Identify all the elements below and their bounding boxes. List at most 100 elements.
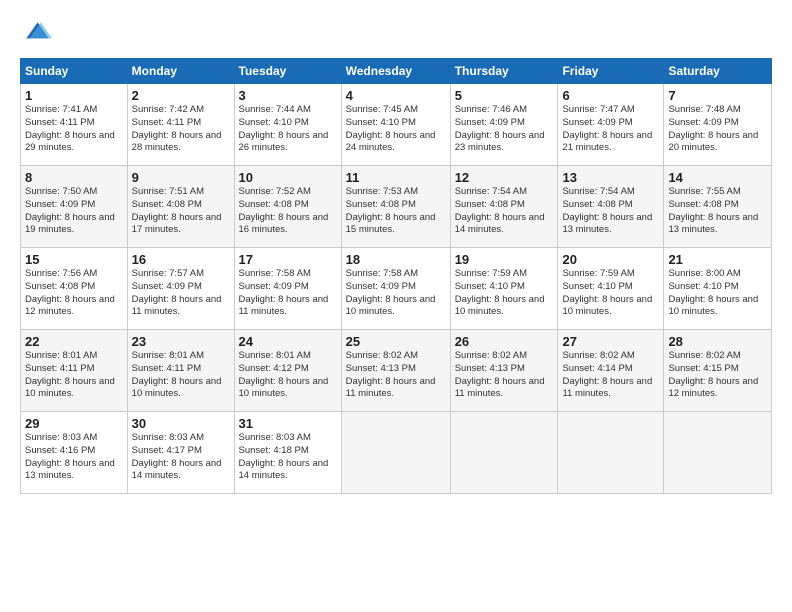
day-cell: 1Sunrise: 7:41 AMSunset: 4:11 PMDaylight… bbox=[21, 84, 128, 166]
day-cell: 26Sunrise: 8:02 AMSunset: 4:13 PMDayligh… bbox=[450, 330, 558, 412]
day-cell bbox=[341, 412, 450, 494]
day-number: 3 bbox=[239, 88, 337, 103]
calendar-header: SundayMondayTuesdayWednesdayThursdayFrid… bbox=[21, 59, 772, 84]
day-info: Sunrise: 7:48 AMSunset: 4:09 PMDaylight:… bbox=[668, 104, 767, 155]
week-row-2: 8Sunrise: 7:50 AMSunset: 4:09 PMDaylight… bbox=[21, 166, 772, 248]
header bbox=[20, 16, 772, 48]
day-cell: 19Sunrise: 7:59 AMSunset: 4:10 PMDayligh… bbox=[450, 248, 558, 330]
day-number: 13 bbox=[562, 170, 659, 185]
day-cell: 8Sunrise: 7:50 AMSunset: 4:09 PMDaylight… bbox=[21, 166, 128, 248]
day-cell: 15Sunrise: 7:56 AMSunset: 4:08 PMDayligh… bbox=[21, 248, 128, 330]
day-number: 25 bbox=[346, 334, 446, 349]
day-info: Sunrise: 8:03 AMSunset: 4:16 PMDaylight:… bbox=[25, 432, 123, 483]
day-number: 7 bbox=[668, 88, 767, 103]
day-number: 30 bbox=[132, 416, 230, 431]
day-info: Sunrise: 7:50 AMSunset: 4:09 PMDaylight:… bbox=[25, 186, 123, 237]
day-info: Sunrise: 7:52 AMSunset: 4:08 PMDaylight:… bbox=[239, 186, 337, 237]
day-cell: 7Sunrise: 7:48 AMSunset: 4:09 PMDaylight… bbox=[664, 84, 772, 166]
header-day-wednesday: Wednesday bbox=[341, 59, 450, 84]
week-row-4: 22Sunrise: 8:01 AMSunset: 4:11 PMDayligh… bbox=[21, 330, 772, 412]
day-info: Sunrise: 7:51 AMSunset: 4:08 PMDaylight:… bbox=[132, 186, 230, 237]
day-info: Sunrise: 8:02 AMSunset: 4:14 PMDaylight:… bbox=[562, 350, 659, 401]
day-cell: 20Sunrise: 7:59 AMSunset: 4:10 PMDayligh… bbox=[558, 248, 664, 330]
day-info: Sunrise: 7:58 AMSunset: 4:09 PMDaylight:… bbox=[239, 268, 337, 319]
day-number: 21 bbox=[668, 252, 767, 267]
day-cell: 9Sunrise: 7:51 AMSunset: 4:08 PMDaylight… bbox=[127, 166, 234, 248]
day-info: Sunrise: 7:45 AMSunset: 4:10 PMDaylight:… bbox=[346, 104, 446, 155]
day-cell: 24Sunrise: 8:01 AMSunset: 4:12 PMDayligh… bbox=[234, 330, 341, 412]
day-cell: 29Sunrise: 8:03 AMSunset: 4:16 PMDayligh… bbox=[21, 412, 128, 494]
day-info: Sunrise: 7:47 AMSunset: 4:09 PMDaylight:… bbox=[562, 104, 659, 155]
day-info: Sunrise: 8:00 AMSunset: 4:10 PMDaylight:… bbox=[668, 268, 767, 319]
day-info: Sunrise: 7:53 AMSunset: 4:08 PMDaylight:… bbox=[346, 186, 446, 237]
day-number: 4 bbox=[346, 88, 446, 103]
day-number: 28 bbox=[668, 334, 767, 349]
calendar-table: SundayMondayTuesdayWednesdayThursdayFrid… bbox=[20, 58, 772, 494]
day-number: 9 bbox=[132, 170, 230, 185]
day-cell: 22Sunrise: 8:01 AMSunset: 4:11 PMDayligh… bbox=[21, 330, 128, 412]
logo-icon bbox=[20, 16, 52, 48]
day-number: 2 bbox=[132, 88, 230, 103]
header-day-sunday: Sunday bbox=[21, 59, 128, 84]
day-cell: 21Sunrise: 8:00 AMSunset: 4:10 PMDayligh… bbox=[664, 248, 772, 330]
day-number: 16 bbox=[132, 252, 230, 267]
day-cell: 11Sunrise: 7:53 AMSunset: 4:08 PMDayligh… bbox=[341, 166, 450, 248]
day-number: 29 bbox=[25, 416, 123, 431]
header-row: SundayMondayTuesdayWednesdayThursdayFrid… bbox=[21, 59, 772, 84]
header-day-thursday: Thursday bbox=[450, 59, 558, 84]
day-cell bbox=[558, 412, 664, 494]
day-number: 18 bbox=[346, 252, 446, 267]
day-cell: 4Sunrise: 7:45 AMSunset: 4:10 PMDaylight… bbox=[341, 84, 450, 166]
header-day-monday: Monday bbox=[127, 59, 234, 84]
day-info: Sunrise: 7:55 AMSunset: 4:08 PMDaylight:… bbox=[668, 186, 767, 237]
day-number: 1 bbox=[25, 88, 123, 103]
week-row-3: 15Sunrise: 7:56 AMSunset: 4:08 PMDayligh… bbox=[21, 248, 772, 330]
day-info: Sunrise: 7:54 AMSunset: 4:08 PMDaylight:… bbox=[455, 186, 554, 237]
day-info: Sunrise: 7:59 AMSunset: 4:10 PMDaylight:… bbox=[562, 268, 659, 319]
day-cell: 3Sunrise: 7:44 AMSunset: 4:10 PMDaylight… bbox=[234, 84, 341, 166]
day-info: Sunrise: 8:03 AMSunset: 4:17 PMDaylight:… bbox=[132, 432, 230, 483]
day-number: 26 bbox=[455, 334, 554, 349]
week-row-5: 29Sunrise: 8:03 AMSunset: 4:16 PMDayligh… bbox=[21, 412, 772, 494]
day-number: 17 bbox=[239, 252, 337, 267]
day-cell bbox=[664, 412, 772, 494]
day-cell bbox=[450, 412, 558, 494]
day-cell: 18Sunrise: 7:58 AMSunset: 4:09 PMDayligh… bbox=[341, 248, 450, 330]
header-day-friday: Friday bbox=[558, 59, 664, 84]
header-day-saturday: Saturday bbox=[664, 59, 772, 84]
day-cell: 16Sunrise: 7:57 AMSunset: 4:09 PMDayligh… bbox=[127, 248, 234, 330]
day-cell: 23Sunrise: 8:01 AMSunset: 4:11 PMDayligh… bbox=[127, 330, 234, 412]
day-info: Sunrise: 8:01 AMSunset: 4:12 PMDaylight:… bbox=[239, 350, 337, 401]
day-info: Sunrise: 7:41 AMSunset: 4:11 PMDaylight:… bbox=[25, 104, 123, 155]
day-number: 5 bbox=[455, 88, 554, 103]
header-day-tuesday: Tuesday bbox=[234, 59, 341, 84]
day-cell: 2Sunrise: 7:42 AMSunset: 4:11 PMDaylight… bbox=[127, 84, 234, 166]
day-info: Sunrise: 7:46 AMSunset: 4:09 PMDaylight:… bbox=[455, 104, 554, 155]
day-cell: 13Sunrise: 7:54 AMSunset: 4:08 PMDayligh… bbox=[558, 166, 664, 248]
day-info: Sunrise: 8:02 AMSunset: 4:13 PMDaylight:… bbox=[346, 350, 446, 401]
day-number: 20 bbox=[562, 252, 659, 267]
day-number: 27 bbox=[562, 334, 659, 349]
day-info: Sunrise: 7:42 AMSunset: 4:11 PMDaylight:… bbox=[132, 104, 230, 155]
day-info: Sunrise: 8:01 AMSunset: 4:11 PMDaylight:… bbox=[25, 350, 123, 401]
day-number: 19 bbox=[455, 252, 554, 267]
day-info: Sunrise: 7:58 AMSunset: 4:09 PMDaylight:… bbox=[346, 268, 446, 319]
day-cell: 28Sunrise: 8:02 AMSunset: 4:15 PMDayligh… bbox=[664, 330, 772, 412]
week-row-1: 1Sunrise: 7:41 AMSunset: 4:11 PMDaylight… bbox=[21, 84, 772, 166]
day-cell: 31Sunrise: 8:03 AMSunset: 4:18 PMDayligh… bbox=[234, 412, 341, 494]
day-info: Sunrise: 7:54 AMSunset: 4:08 PMDaylight:… bbox=[562, 186, 659, 237]
day-number: 11 bbox=[346, 170, 446, 185]
day-number: 23 bbox=[132, 334, 230, 349]
day-number: 12 bbox=[455, 170, 554, 185]
day-cell: 27Sunrise: 8:02 AMSunset: 4:14 PMDayligh… bbox=[558, 330, 664, 412]
day-number: 8 bbox=[25, 170, 123, 185]
calendar-body: 1Sunrise: 7:41 AMSunset: 4:11 PMDaylight… bbox=[21, 84, 772, 494]
day-number: 31 bbox=[239, 416, 337, 431]
day-number: 24 bbox=[239, 334, 337, 349]
logo bbox=[20, 16, 56, 48]
day-number: 15 bbox=[25, 252, 123, 267]
day-cell: 30Sunrise: 8:03 AMSunset: 4:17 PMDayligh… bbox=[127, 412, 234, 494]
day-info: Sunrise: 8:03 AMSunset: 4:18 PMDaylight:… bbox=[239, 432, 337, 483]
day-info: Sunrise: 7:57 AMSunset: 4:09 PMDaylight:… bbox=[132, 268, 230, 319]
day-info: Sunrise: 7:56 AMSunset: 4:08 PMDaylight:… bbox=[25, 268, 123, 319]
